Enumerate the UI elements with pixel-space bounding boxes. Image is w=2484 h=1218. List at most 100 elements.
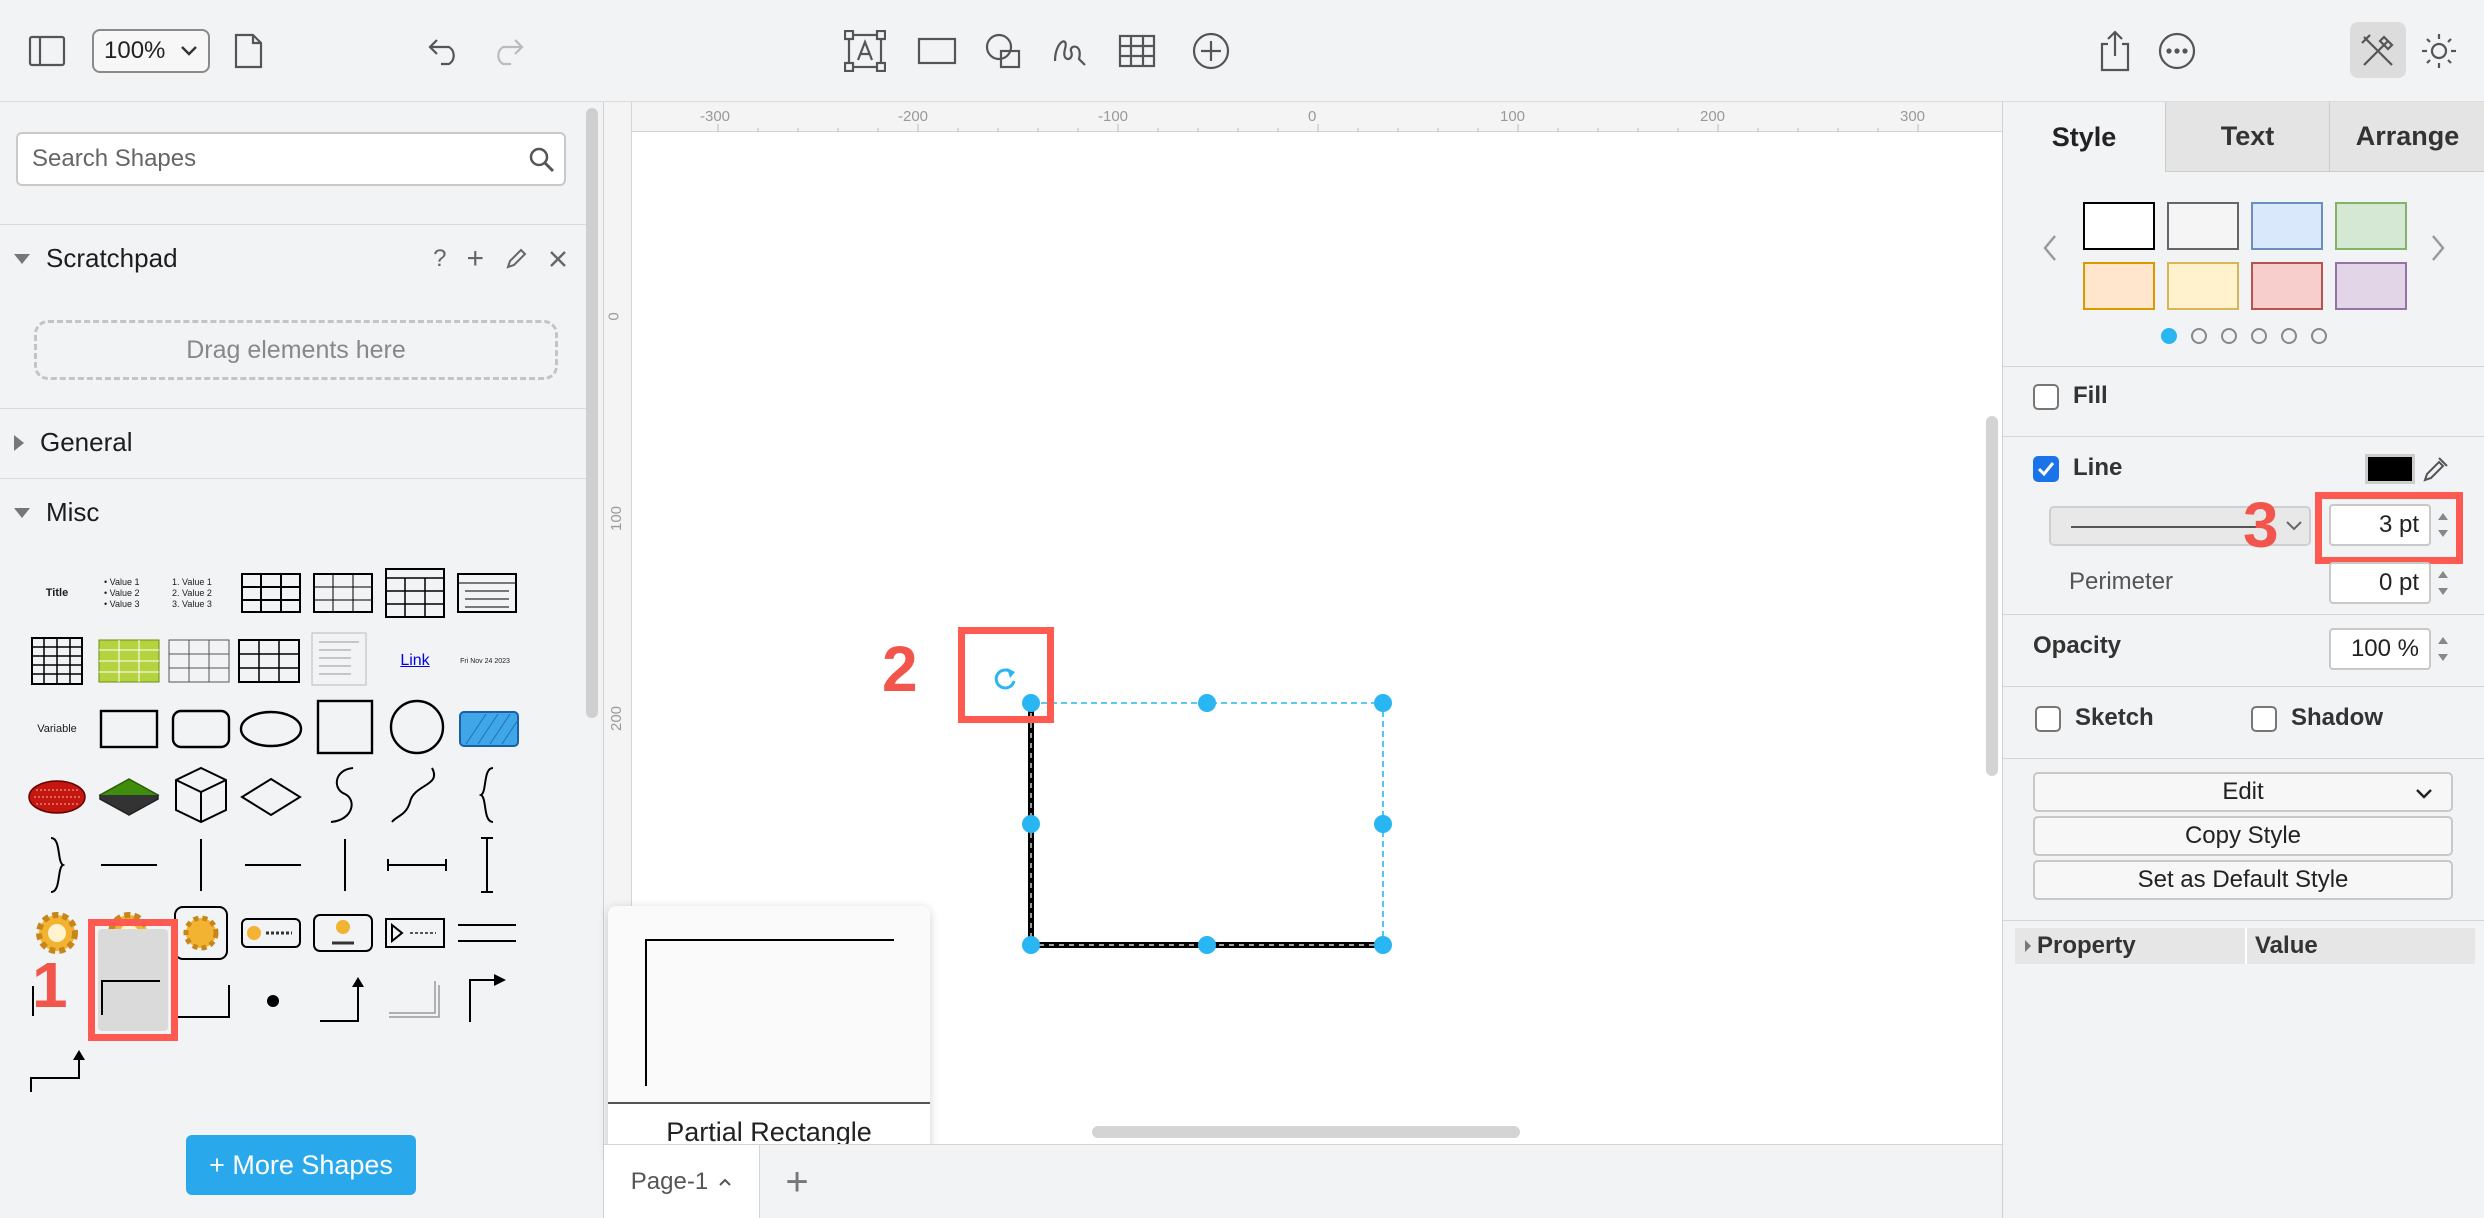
theme-sun-icon[interactable] xyxy=(2414,26,2464,76)
search-shapes-input[interactable] xyxy=(16,132,566,186)
chevron-right-icon[interactable] xyxy=(2429,234,2447,262)
shape-wave[interactable] xyxy=(380,764,446,826)
shape-horizontal-line[interactable] xyxy=(96,834,162,896)
tab-arrange[interactable]: Arrange xyxy=(2329,102,2484,172)
shape-table-grid[interactable] xyxy=(238,562,304,624)
scratchpad-edit-icon[interactable] xyxy=(504,247,528,271)
shape-table-values[interactable] xyxy=(166,630,232,692)
redo-icon[interactable] xyxy=(482,26,532,76)
shape-arrow-up-corner[interactable] xyxy=(312,968,378,1030)
shape-square[interactable] xyxy=(312,696,378,758)
shadow-checkbox[interactable] xyxy=(2251,706,2277,732)
set-default-style-button[interactable]: Set as Default Style xyxy=(2033,860,2453,900)
shape-label-gear[interactable] xyxy=(238,902,304,964)
fill-checkbox[interactable] xyxy=(2033,384,2059,410)
format-tools-icon[interactable] xyxy=(2352,26,2404,76)
style-swatch[interactable] xyxy=(2167,202,2239,250)
shape-s-curve[interactable] xyxy=(310,764,376,826)
scratchpad-drop-zone[interactable]: Drag elements here xyxy=(34,320,558,380)
style-swatch[interactable] xyxy=(2083,262,2155,310)
canvas-horizontal-scrollbar[interactable] xyxy=(1092,1126,1520,1138)
shape-table-bold[interactable] xyxy=(24,630,90,692)
shape-step-arrow[interactable] xyxy=(24,1040,90,1102)
canvas-vertical-scrollbar[interactable] xyxy=(1986,416,1998,776)
freehand-tool-icon[interactable] xyxy=(1044,26,1094,76)
perimeter-stepper[interactable] xyxy=(2435,562,2451,604)
swatch-page-dot[interactable] xyxy=(2191,328,2207,344)
shape-ellipse[interactable] xyxy=(238,698,304,760)
style-swatch[interactable] xyxy=(2251,262,2323,310)
sketch-checkbox[interactable] xyxy=(2035,706,2061,732)
style-swatch[interactable] xyxy=(2251,202,2323,250)
shape-rhombus[interactable] xyxy=(238,766,304,828)
shape-numbered-list[interactable]: 1. Value 1 2. Value 2 3. Value 3 xyxy=(172,562,238,624)
tab-style[interactable]: Style xyxy=(2003,102,2165,172)
rectangle-tool-icon[interactable] xyxy=(912,26,962,76)
shape-curly-brace-left[interactable] xyxy=(454,764,520,826)
line-checkbox[interactable] xyxy=(2033,456,2059,482)
scratchpad-header[interactable]: Scratchpad ? + xyxy=(0,224,586,292)
eyedropper-icon[interactable] xyxy=(2421,454,2449,484)
shapes-scrollbar[interactable] xyxy=(586,108,598,718)
style-swatch[interactable] xyxy=(2083,202,2155,250)
shape-vertical-line[interactable] xyxy=(168,834,234,896)
shape-cube[interactable] xyxy=(168,764,234,826)
format-panel-toggle-icon[interactable] xyxy=(22,26,72,76)
undo-icon[interactable] xyxy=(420,26,470,76)
shape-link[interactable]: Link xyxy=(382,630,448,692)
shape-horizontal-line-2[interactable] xyxy=(240,834,306,896)
shape-dimension-horizontal[interactable] xyxy=(384,834,450,896)
shape-green-rhombus[interactable] xyxy=(96,766,162,828)
page-icon[interactable] xyxy=(228,26,268,76)
more-shapes-button[interactable]: + More Shapes xyxy=(186,1135,416,1195)
shape-red-ellipse[interactable] xyxy=(24,766,90,828)
tab-text[interactable]: Text xyxy=(2165,102,2329,172)
opacity-input[interactable]: 100 % xyxy=(2329,628,2431,670)
selected-partial-rectangle[interactable] xyxy=(1000,676,1420,966)
shape-rounded-rectangle[interactable] xyxy=(168,698,234,760)
shape-label-arrow[interactable] xyxy=(382,902,448,964)
shape-dimension-vertical[interactable] xyxy=(454,834,520,896)
shape-dot[interactable] xyxy=(240,970,306,1032)
swatch-page-dot[interactable] xyxy=(2161,328,2177,344)
perimeter-input[interactable]: 0 pt xyxy=(2329,562,2431,604)
swatch-page-dot[interactable] xyxy=(2251,328,2267,344)
insert-icon[interactable] xyxy=(1186,26,1236,76)
opacity-stepper[interactable] xyxy=(2435,628,2451,670)
swatch-page-dot[interactable] xyxy=(2281,328,2297,344)
shape-double-corner[interactable] xyxy=(382,968,448,1030)
chevron-left-icon[interactable] xyxy=(2041,234,2059,262)
shapes-tool-icon[interactable] xyxy=(978,26,1028,76)
swatch-page-dot[interactable] xyxy=(2221,328,2237,344)
expand-arrow-icon[interactable] xyxy=(2023,938,2033,954)
scratchpad-add-icon[interactable]: + xyxy=(466,242,484,276)
shape-rectangle[interactable] xyxy=(96,698,162,760)
shape-table-titled[interactable] xyxy=(454,562,520,624)
page-tab[interactable]: Page-1 xyxy=(604,1145,760,1218)
shape-circle[interactable] xyxy=(384,696,450,758)
shape-table-header[interactable] xyxy=(382,562,448,624)
shape-variable[interactable]: Variable xyxy=(24,698,90,760)
shape-double-line[interactable] xyxy=(454,902,520,964)
shape-table-green[interactable] xyxy=(96,630,162,692)
edit-style-dropdown[interactable]: Edit xyxy=(2033,772,2453,812)
text-tool-icon[interactable] xyxy=(840,26,890,76)
shape-table-dense[interactable] xyxy=(236,630,302,692)
section-general[interactable]: General xyxy=(0,408,586,476)
shape-hatched-rectangle[interactable] xyxy=(456,698,522,760)
shape-date[interactable]: Fri Nov 24 2023 xyxy=(452,630,518,692)
line-color-button[interactable] xyxy=(2365,454,2415,484)
add-page-button[interactable]: + xyxy=(772,1157,822,1207)
scratchpad-help-icon[interactable]: ? xyxy=(433,245,446,273)
shape-label-gear-tall[interactable] xyxy=(310,902,376,964)
shape-bullet-list[interactable]: • Value 1 • Value 2 • Value 3 xyxy=(104,562,170,624)
copy-style-button[interactable]: Copy Style xyxy=(2033,816,2453,856)
search-icon[interactable] xyxy=(528,146,556,174)
shape-table-labeled[interactable] xyxy=(310,562,376,624)
shape-sections[interactable] xyxy=(306,628,372,690)
section-misc[interactable]: Misc xyxy=(0,478,586,546)
shape-arrow-right-corner[interactable] xyxy=(454,968,520,1030)
swatch-page-dot[interactable] xyxy=(2311,328,2327,344)
shape-vertical-line-2[interactable] xyxy=(312,834,378,896)
shape-corner-bottom-right[interactable] xyxy=(170,970,236,1032)
